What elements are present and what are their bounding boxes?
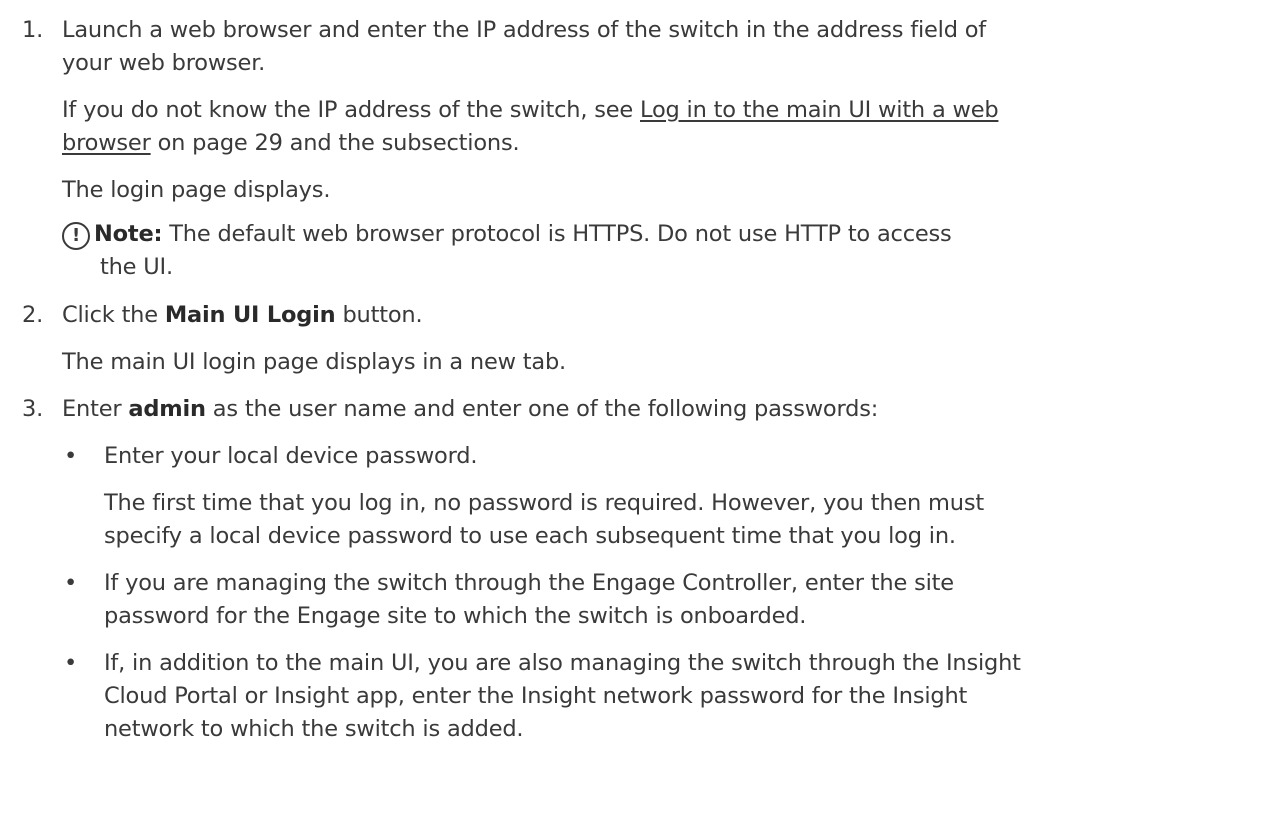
bullet-symbol: • (64, 570, 78, 596)
bullet-detail: The first time that you log in, no passw… (104, 490, 984, 516)
note-text: The default web browser protocol is HTTP… (169, 221, 952, 247)
bullet-item-continued: password for the Engage site to which th… (104, 603, 807, 629)
xref-paragraph-continued: browser on page 29 and the subsections. (62, 127, 1257, 160)
bullet-item: Enter your local device password. (104, 443, 478, 469)
step-text-pre: Enter (62, 396, 122, 422)
note-text-continued: the UI. (100, 254, 173, 280)
step-number: 3. (22, 396, 44, 422)
bullet-symbol: • (64, 650, 78, 676)
step-text: Click the Main UI Login button. (62, 299, 1257, 332)
step-text: Enter admin as the user name and enter o… (62, 393, 1257, 426)
step-result: The main UI login page displays in a new… (62, 349, 567, 375)
step-number: 1. (22, 17, 44, 43)
step-text-pre: Click the (62, 302, 158, 328)
step-text: Launch a web browser and enter the IP ad… (62, 17, 987, 43)
step-ui-term: admin (128, 396, 206, 422)
step-result: The login page displays. (62, 177, 331, 203)
bullet-item-continued: Cloud Portal or Insight app, enter the I… (104, 683, 968, 709)
exclamation-icon: ! (62, 222, 90, 250)
bullet-item: If you are managing the switch through t… (104, 570, 954, 596)
step-text-continued: your web browser. (62, 50, 266, 76)
xref-paragraph: If you do not know the IP address of the… (62, 94, 1257, 127)
bullet-detail-continued: specify a local device password to use e… (104, 523, 956, 549)
bullet-item: If, in addition to the main UI, you are … (104, 650, 1021, 676)
xref-intro: If you do not know the IP address of the… (62, 97, 634, 123)
bullet-symbol: • (64, 443, 78, 469)
bullet-item-continued: network to which the switch is added. (104, 716, 524, 742)
xref-link-continued[interactable]: browser (62, 130, 151, 156)
note: Note: The default web browser protocol i… (94, 218, 1194, 251)
step-ui-term: Main UI Login (164, 302, 336, 328)
xref-link[interactable]: Log in to the main UI with a web (640, 97, 999, 123)
step-number: 2. (22, 302, 44, 328)
xref-tail: on page 29 and the subsections. (157, 130, 520, 156)
step-text-post: button. (342, 302, 423, 328)
note-label: Note: (94, 221, 163, 247)
step-text-post: as the user name and enter one of the fo… (212, 396, 879, 422)
